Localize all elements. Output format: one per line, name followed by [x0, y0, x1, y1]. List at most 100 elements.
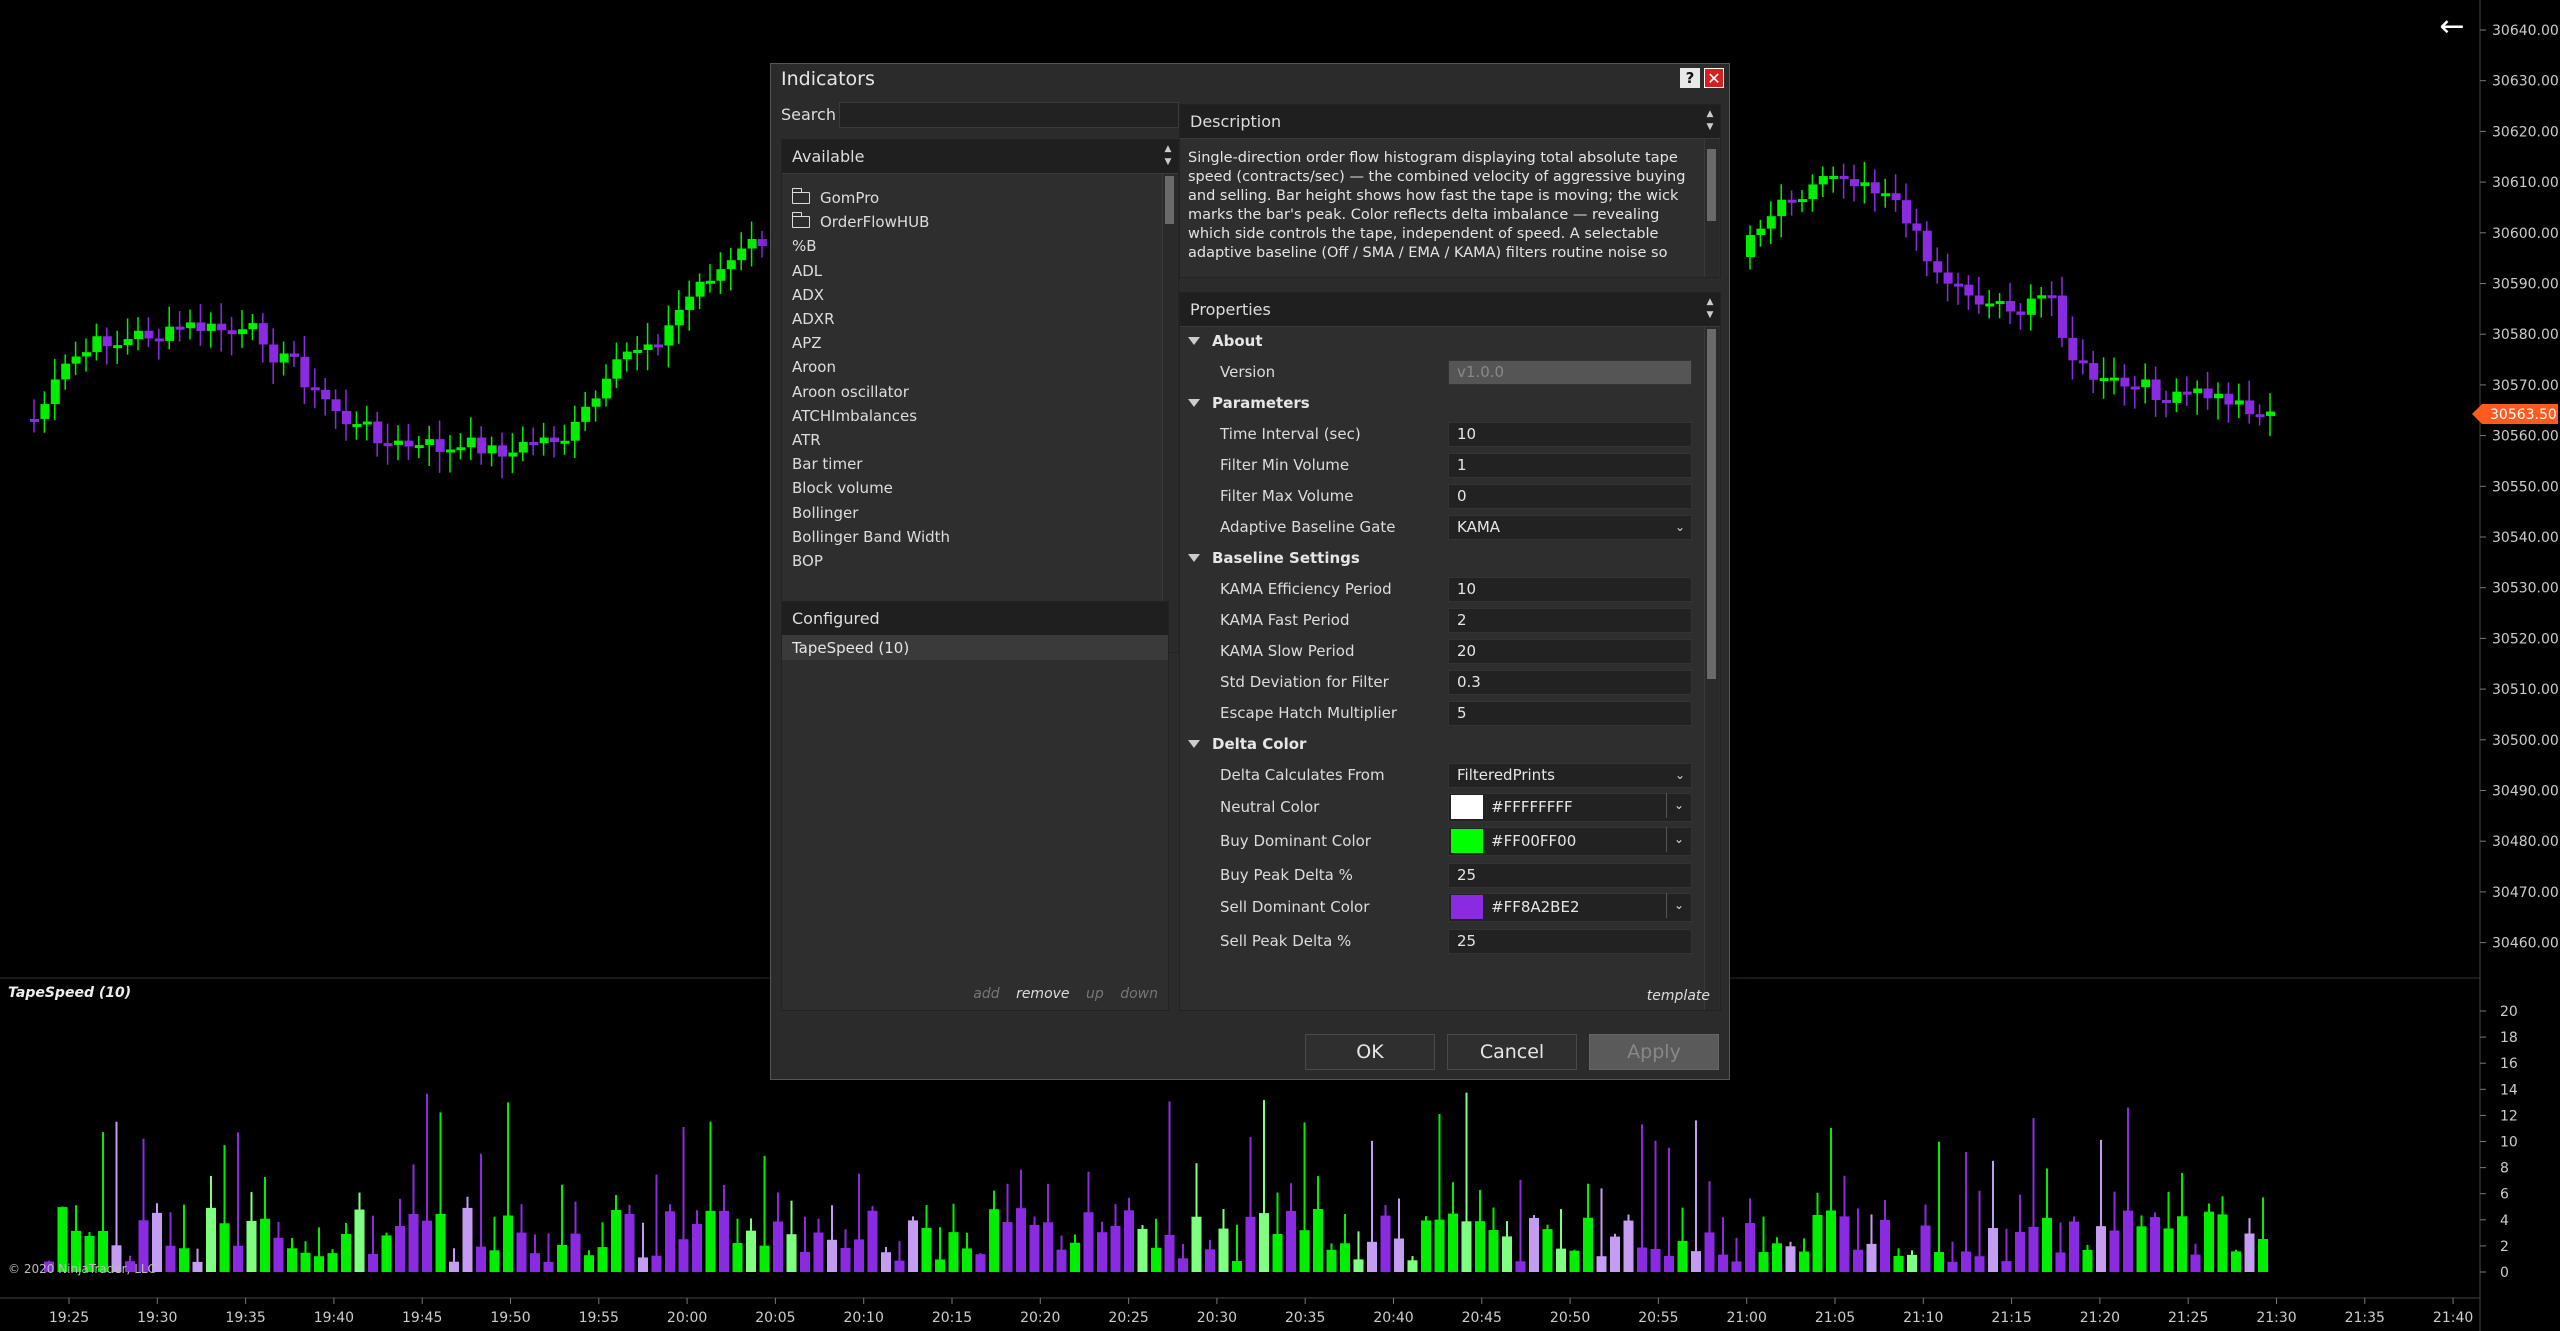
histogram-bar: [611, 1210, 621, 1272]
available-item[interactable]: ATR: [792, 428, 1142, 452]
property-value-field[interactable]: 2: [1448, 608, 1692, 633]
properties-scroll-arrows-icon[interactable]: ▲ ▼: [1704, 296, 1716, 322]
available-scroll-thumb[interactable]: [1165, 176, 1174, 224]
available-item[interactable]: ATCHImbalances: [792, 404, 1142, 428]
description-scrollbar[interactable]: [1704, 139, 1719, 277]
available-item[interactable]: ADXR: [792, 307, 1142, 331]
available-item[interactable]: Bollinger: [792, 500, 1142, 524]
property-category[interactable]: Baseline Settings: [1180, 544, 1700, 575]
color-value: #FF8A2BE2: [1491, 898, 1580, 916]
candle-body: [581, 406, 591, 422]
add-button[interactable]: add: [973, 986, 999, 1002]
search-input[interactable]: [839, 102, 1179, 128]
property-row: Buy Dominant Color #FF00FF00 ⌄: [1180, 827, 1700, 858]
candle-body: [2026, 298, 2036, 315]
available-item[interactable]: %B: [792, 234, 1142, 258]
candle-body: [300, 356, 310, 388]
property-value-field[interactable]: 25: [1448, 929, 1692, 954]
property-value-field[interactable]: 0: [1448, 484, 1692, 509]
available-item[interactable]: GomPro: [791, 186, 1142, 210]
help-button[interactable]: ?: [1680, 68, 1700, 88]
available-item[interactable]: OrderFlowHUB: [791, 210, 1142, 234]
candle-body: [165, 326, 175, 341]
cancel-button[interactable]: Cancel: [1447, 1034, 1577, 1070]
candle-body: [2068, 337, 2078, 361]
property-label: Adaptive Baseline Gate: [1220, 518, 1396, 536]
chevron-down-icon[interactable]: ⌄: [1675, 516, 1685, 539]
available-scrollbar[interactable]: [1162, 174, 1177, 652]
property-category[interactable]: About: [1180, 327, 1700, 358]
color-swatch[interactable]: [1451, 795, 1483, 819]
property-select[interactable]: FilteredPrints ⌄: [1448, 763, 1692, 788]
property-row: KAMA Fast Period 2: [1180, 606, 1700, 637]
available-item[interactable]: BOP: [792, 549, 1142, 573]
remove-button[interactable]: remove: [1016, 986, 1069, 1002]
description-scroll-thumb[interactable]: [1707, 149, 1716, 221]
property-value-field[interactable]: 25: [1448, 863, 1692, 888]
property-value-field[interactable]: 10: [1448, 422, 1692, 447]
color-picker[interactable]: #FF00FF00 ⌄: [1448, 827, 1692, 856]
color-swatch[interactable]: [1451, 829, 1483, 853]
properties-scroll-thumb[interactable]: [1707, 329, 1716, 679]
description-scroll-arrows-icon[interactable]: ▲ ▼: [1704, 108, 1716, 134]
chevron-down-icon[interactable]: ⌄: [1666, 893, 1691, 918]
available-item[interactable]: Block volume: [792, 476, 1142, 500]
property-select[interactable]: KAMA ⌄: [1448, 515, 1692, 540]
histogram-bar: [962, 1248, 972, 1272]
histogram-bar: [408, 1214, 419, 1272]
close-button[interactable]: ✕: [1704, 68, 1724, 88]
available-item[interactable]: Aroon: [792, 355, 1142, 379]
histogram-bar: [624, 1213, 635, 1272]
color-picker[interactable]: #FFFFFFFF ⌄: [1448, 793, 1692, 822]
histogram-bar: [1002, 1222, 1013, 1272]
collapse-arrow-icon[interactable]: [1188, 337, 1200, 345]
description-header-label: Description: [1190, 112, 1282, 131]
property-value-field[interactable]: 10: [1448, 577, 1692, 602]
histogram-bar: [1785, 1246, 1796, 1272]
color-picker[interactable]: #FF8A2BE2 ⌄: [1448, 893, 1692, 922]
property-value-field[interactable]: 20: [1448, 639, 1692, 664]
histogram-bar: [219, 1223, 230, 1272]
available-item[interactable]: ADX: [792, 283, 1142, 307]
available-scroll-arrows-icon[interactable]: ▲ ▼: [1162, 143, 1174, 169]
histogram-bar: [476, 1246, 486, 1272]
apply-button[interactable]: Apply: [1589, 1034, 1719, 1070]
histogram-bar: [935, 1259, 945, 1272]
property-value-field[interactable]: 1: [1448, 453, 1692, 478]
available-item[interactable]: Bar timer: [792, 452, 1142, 476]
histogram-bar: [1799, 1251, 1809, 1272]
copyright-text: © 2020 NinjaTrader, LLC: [8, 1262, 156, 1276]
histogram-bar: [381, 1235, 392, 1272]
histogram-bar: [1313, 1209, 1323, 1272]
available-item[interactable]: Aroon oscillator: [792, 380, 1142, 404]
chevron-down-icon[interactable]: ⌄: [1666, 793, 1691, 818]
collapse-arrow-icon[interactable]: [1188, 740, 1200, 748]
available-item[interactable]: ADL: [792, 259, 1142, 283]
up-button[interactable]: up: [1086, 986, 1104, 1002]
chevron-down-icon[interactable]: ⌄: [1666, 827, 1691, 852]
collapse-arrow-icon[interactable]: [1188, 399, 1200, 407]
collapse-arrow-icon[interactable]: [1188, 554, 1200, 562]
template-link[interactable]: template: [1647, 988, 1710, 1004]
chevron-down-icon[interactable]: ⌄: [1675, 764, 1685, 787]
available-item[interactable]: APZ: [792, 331, 1142, 355]
down-button[interactable]: down: [1120, 986, 1158, 1002]
color-value: #FF00FF00: [1491, 832, 1577, 850]
ok-button[interactable]: OK: [1305, 1034, 1435, 1070]
candle-body: [227, 330, 237, 335]
property-value-field[interactable]: 5: [1448, 701, 1692, 726]
candle-body: [2193, 388, 2203, 394]
configured-item[interactable]: TapeSpeed (10): [782, 636, 1168, 660]
property-category[interactable]: Delta Color: [1180, 730, 1700, 761]
histogram-bar: [705, 1210, 716, 1272]
color-swatch[interactable]: [1451, 895, 1483, 919]
property-label: KAMA Fast Period: [1220, 611, 1350, 629]
available-item[interactable]: Bollinger Band Width: [792, 525, 1142, 549]
property-category[interactable]: Parameters: [1180, 389, 1700, 420]
select-value: KAMA: [1457, 518, 1501, 536]
price-tick-label: 30470.00: [2492, 885, 2559, 901]
histogram-bar: [1286, 1210, 1296, 1272]
properties-scrollbar[interactable]: [1704, 327, 1719, 1010]
back-arrow-icon[interactable]: ←: [2432, 12, 2472, 42]
property-value-field[interactable]: 0.3: [1448, 670, 1692, 695]
